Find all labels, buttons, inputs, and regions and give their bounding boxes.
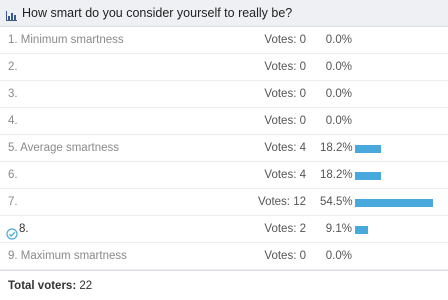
poll-option-bar-track — [355, 91, 433, 99]
poll-option-label: 6. — [8, 162, 18, 189]
voted-check-icon — [6, 224, 18, 240]
poll-option-text: 8. — [19, 223, 29, 235]
bar-chart-icon — [6, 8, 17, 21]
poll-option-votes: Votes: 0 — [264, 27, 306, 54]
poll-option-percent: 0.0% — [325, 250, 352, 262]
poll-option-bar-track — [355, 37, 433, 45]
poll-option-text: 3. — [8, 88, 18, 100]
poll-option-text: 6. — [8, 169, 18, 181]
poll-question: How smart do you consider yourself to re… — [22, 6, 293, 20]
poll-option-bar — [355, 145, 381, 153]
poll-option-votes: Votes: 4 — [264, 162, 306, 189]
poll-option-text: 7. — [8, 196, 18, 208]
poll-footer: Total voters: 22 — [0, 270, 448, 300]
votes-count: 0 — [299, 88, 306, 100]
poll-option-row: 4. Votes: 0 0.0% — [0, 108, 448, 135]
poll-option-row: 2. Votes: 0 0.0% — [0, 54, 448, 81]
poll-option-label: 8. — [6, 216, 29, 243]
poll-option-row: 7. Votes: 12 54.5% — [0, 189, 448, 216]
poll-option-label: 1. Minimum smartness — [8, 27, 124, 54]
poll-option-votes: Votes: 0 — [264, 243, 306, 270]
poll-option-votes: Votes: 4 — [264, 135, 306, 162]
poll-option-percent: 0.0% — [325, 88, 352, 100]
poll-option-label: 5. Average smartness — [8, 135, 119, 162]
votes-prefix: Votes: — [264, 61, 297, 73]
poll-option-bar-track — [355, 199, 433, 207]
votes-prefix: Votes: — [264, 169, 297, 181]
votes-count: 2 — [299, 223, 306, 235]
poll-option-percent: 18.2% — [320, 142, 353, 154]
poll-option-row: 5. Average smartness Votes: 4 18.2% — [0, 135, 448, 162]
poll-option-text: 1. Minimum smartness — [8, 34, 124, 46]
votes-prefix: Votes: — [258, 196, 290, 208]
poll-option-votes: Votes: 0 — [264, 108, 306, 135]
poll-option-label: 7. — [8, 189, 18, 216]
poll-options: 1. Minimum smartness Votes: 0 0.0% 2. Votes:… — [0, 27, 448, 270]
votes-count: 0 — [299, 250, 306, 262]
poll-option-text: 5. Average smartness — [8, 142, 120, 154]
poll-option-text: 4. — [8, 115, 18, 127]
votes-prefix: Votes: — [264, 88, 297, 100]
poll-option-votes: Votes: 12 — [258, 189, 306, 216]
poll-option-label: 3. — [8, 81, 18, 108]
poll-option-label: 4. — [8, 108, 18, 135]
votes-count: 0 — [299, 115, 306, 127]
votes-count: 4 — [299, 169, 306, 181]
poll-option-percent: 0.0% — [325, 34, 352, 46]
poll-option-bar-track — [355, 172, 433, 180]
votes-prefix: Votes: — [264, 34, 297, 46]
poll-option-bar-track — [355, 64, 433, 72]
poll-option-label: 2. — [8, 54, 18, 81]
poll-option-votes: Votes: 2 — [264, 216, 306, 243]
poll-option-percent: 18.2% — [320, 169, 353, 181]
poll-option-bar-track — [355, 226, 433, 234]
poll-option-row: 3. Votes: 0 0.0% — [0, 81, 448, 108]
poll-option-percent: 0.0% — [325, 61, 352, 73]
votes-count: 12 — [293, 196, 306, 208]
poll-option-text: 9. Maximum smartness — [8, 250, 127, 262]
votes-count: 4 — [299, 142, 306, 154]
poll-option-label: 9. Maximum smartness — [8, 243, 127, 270]
poll-option-percent: 9.1% — [325, 223, 352, 235]
poll-option-bar — [355, 199, 433, 207]
poll-option-percent: 54.5% — [320, 196, 353, 208]
total-voters-label: Total voters: — [8, 280, 77, 292]
poll: How smart do you consider yourself to re… — [0, 0, 448, 300]
poll-option-row: 1. Minimum smartness Votes: 0 0.0% — [0, 27, 448, 54]
poll-option-votes: Votes: 0 — [264, 81, 306, 108]
poll-option-bar — [355, 172, 381, 180]
poll-option-percent: 0.0% — [325, 115, 352, 127]
votes-prefix: Votes: — [264, 142, 297, 154]
total-voters-value: 22 — [79, 280, 93, 292]
votes-prefix: Votes: — [264, 250, 297, 262]
poll-option-row: 6. Votes: 4 18.2% — [0, 162, 448, 189]
poll-option-bar-track — [355, 118, 433, 126]
votes-count: 0 — [299, 61, 306, 73]
votes-prefix: Votes: — [264, 223, 297, 235]
poll-option-bar-track — [355, 253, 433, 261]
poll-header: How smart do you consider yourself to re… — [0, 0, 448, 27]
poll-option-votes: Votes: 0 — [264, 54, 306, 81]
poll-option-row: 9. Maximum smartness Votes: 0 0.0% — [0, 243, 448, 270]
poll-option-bar-track — [355, 145, 433, 153]
poll-option-text: 2. — [8, 61, 18, 73]
votes-prefix: Votes: — [264, 115, 297, 127]
poll-option-row: 8. Votes: 2 9.1% — [0, 216, 448, 243]
votes-count: 0 — [299, 34, 306, 46]
poll-option-bar — [355, 226, 368, 234]
